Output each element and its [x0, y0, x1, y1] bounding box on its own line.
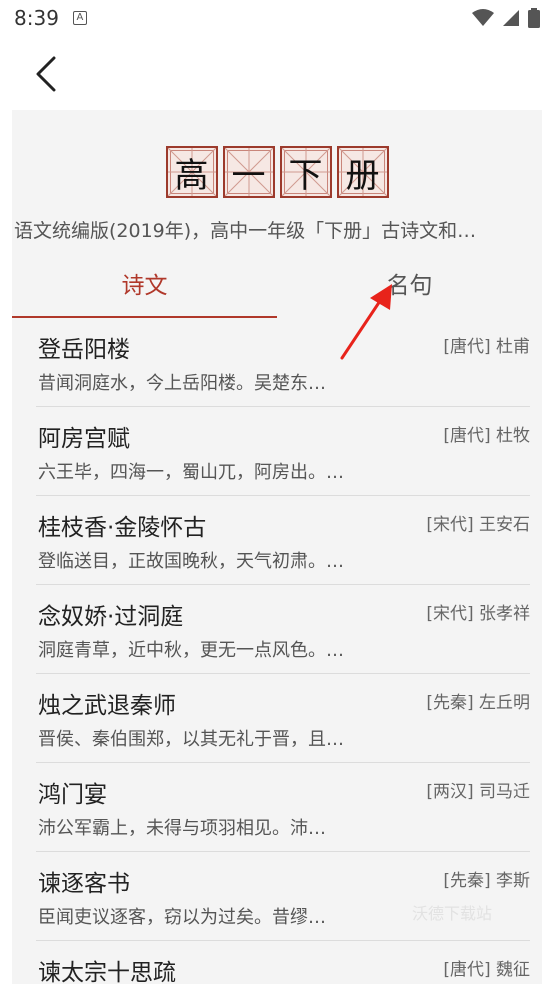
list-item[interactable]: 鸿门宴 [两汉] 司马迁 沛公军霸上，未得与项羽相见。沛…	[36, 763, 530, 852]
title-char: 一	[231, 155, 266, 196]
poem-title: 鸿门宴	[38, 782, 107, 808]
back-arrow-icon	[36, 56, 56, 92]
poem-author: [宋代] 王安石	[426, 515, 530, 535]
back-button[interactable]	[26, 54, 66, 94]
poem-author: [宋代] 张孝祥	[426, 604, 530, 624]
status-bar: 8:39 A	[0, 0, 554, 36]
tab-bar: 诗文 名句	[12, 252, 542, 318]
list-item[interactable]: 登岳阳楼 [唐代] 杜甫 昔闻洞庭水，今上岳阳楼。吴楚东…	[36, 318, 530, 407]
status-time: 8:39	[14, 6, 59, 30]
signal-icon	[503, 10, 519, 26]
poem-author: [唐代] 杜甫	[443, 337, 530, 357]
title-char: 下	[288, 155, 323, 196]
poem-excerpt: 六王毕，四海一，蜀山兀，阿房出。…	[38, 462, 344, 483]
tab-poems[interactable]: 诗文	[12, 252, 277, 318]
tab-label: 诗文	[121, 273, 168, 299]
poem-title: 谏逐客书	[38, 871, 130, 897]
poem-title: 念奴娇·过洞庭	[38, 604, 184, 630]
list-item[interactable]: 念奴娇·过洞庭 [宋代] 张孝祥 洞庭青草，近中秋，更无一点风色。…	[36, 585, 530, 674]
poem-author: [两汉] 司马迁	[426, 782, 530, 802]
poem-title: 烛之武退秦师	[38, 693, 176, 719]
title-char-box: 册	[336, 146, 389, 198]
list-item[interactable]: 烛之武退秦师 [先秦] 左丘明 晋侯、秦伯围郑，以其无礼于晋，且…	[36, 674, 530, 763]
battery-icon	[528, 8, 540, 28]
status-icons	[472, 8, 540, 28]
title-char-box: 高	[165, 146, 218, 198]
title-char-box: 一	[222, 146, 275, 198]
poem-excerpt: 洞庭青草，近中秋，更无一点风色。…	[38, 640, 344, 661]
poem-author: [先秦] 左丘明	[426, 693, 530, 713]
list-item[interactable]: 谏太宗十思疏 [唐代] 魏征	[36, 941, 530, 984]
poem-title: 谏太宗十思疏	[38, 960, 176, 984]
list-item[interactable]: 桂枝香·金陵怀古 [宋代] 王安石 登临送目，正故国晚秋，天气初肃。…	[36, 496, 530, 585]
poem-author: [唐代] 杜牧	[443, 426, 530, 446]
poem-excerpt: 晋侯、秦伯围郑，以其无礼于晋，且…	[38, 729, 344, 750]
poem-excerpt: 臣闻吏议逐客，窃以为过矣。昔缪…	[38, 907, 326, 928]
content-card: 高 一 下 册 语文统编版(2019年)，高中一年级「下册」古诗文和… 诗文 名…	[12, 110, 542, 984]
list-item[interactable]: 谏逐客书 [先秦] 李斯 臣闻吏议逐客，窃以为过矣。昔缪…	[36, 852, 530, 941]
poem-excerpt: 登临送目，正故国晚秋，天气初肃。…	[38, 551, 344, 572]
book-title: 高 一 下 册	[12, 146, 542, 202]
poem-excerpt: 昔闻洞庭水，今上岳阳楼。吴楚东…	[38, 373, 326, 394]
poem-author: [先秦] 李斯	[443, 871, 530, 891]
notification-icon: A	[72, 11, 87, 25]
book-subtitle: 语文统编版(2019年)，高中一年级「下册」古诗文和…	[14, 220, 477, 242]
poem-title: 桂枝香·金陵怀古	[38, 515, 207, 541]
poem-excerpt: 沛公军霸上，未得与项羽相见。沛…	[38, 818, 326, 839]
title-char: 高	[174, 155, 209, 196]
watermark: 沃德下载站	[412, 904, 493, 923]
tab-label: 名句	[386, 273, 433, 299]
wifi-icon	[472, 9, 494, 26]
title-char: 册	[345, 155, 380, 196]
app-bar	[0, 36, 554, 110]
title-char-box: 下	[279, 146, 332, 198]
poem-author: [唐代] 魏征	[443, 960, 530, 980]
poem-title: 登岳阳楼	[38, 337, 130, 363]
poem-title: 阿房宫赋	[38, 426, 130, 452]
tab-famous-lines[interactable]: 名句	[277, 252, 542, 318]
poem-list: 登岳阳楼 [唐代] 杜甫 昔闻洞庭水，今上岳阳楼。吴楚东… 阿房宫赋 [唐代] …	[12, 318, 542, 984]
list-item[interactable]: 阿房宫赋 [唐代] 杜牧 六王毕，四海一，蜀山兀，阿房出。…	[36, 407, 530, 496]
